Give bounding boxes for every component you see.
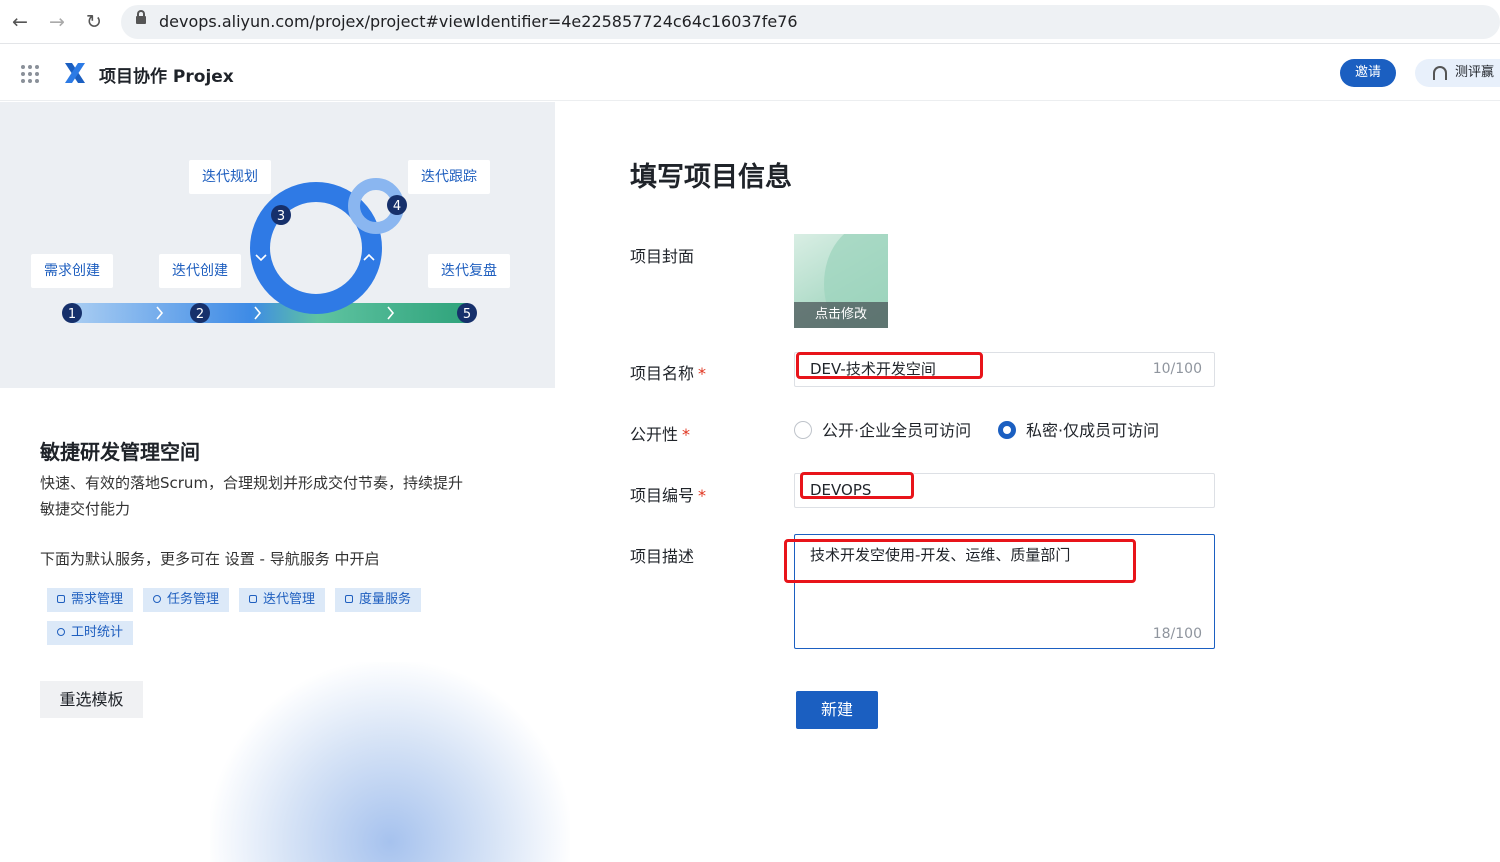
change-cover-button[interactable]: 点击修改 — [794, 302, 888, 328]
flow-track — [72, 303, 468, 323]
reload-icon[interactable]: ↻ — [82, 10, 106, 34]
eval-label: 测评赢 — [1455, 65, 1495, 80]
lock-icon — [136, 10, 146, 24]
svg-text:3: 3 — [277, 209, 285, 224]
cover-label: 项目封面 — [630, 247, 695, 266]
app-grid-icon[interactable] — [21, 65, 39, 83]
service-tag: 需求管理 — [47, 588, 134, 612]
app-header: 项目协作 Projex 邀请 测评赢 — [0, 45, 1500, 101]
browser-toolbar: ← → ↻ devops.aliyun.com/projex/project#v… — [0, 0, 1500, 44]
address-bar[interactable]: devops.aliyun.com/projex/project#viewIde… — [121, 5, 1500, 39]
step-label-iteration-review: 迭代复盘 — [428, 254, 510, 288]
annotation-box-description — [784, 539, 1136, 583]
name-char-count: 10/100 — [1152, 361, 1202, 377]
step-label-iteration-create: 迭代创建 — [159, 254, 241, 288]
layers-icon — [57, 595, 65, 603]
description-label: 项目描述 — [630, 547, 695, 566]
step-label-iteration-track: 迭代跟踪 — [408, 160, 490, 194]
template-panel: 1 2 3 4 5 需求创建 迭代创建 迭代规划 迭代跟踪 迭代复盘 敏捷研发管… — [0, 102, 570, 862]
flow-graphic: 1 2 3 4 5 — [62, 178, 477, 323]
code-label: 项目编号 * — [630, 486, 707, 505]
forward-icon[interactable]: → — [45, 10, 69, 34]
iteration-icon — [249, 595, 258, 603]
template-description: 快速、有效的落地Scrum，合理规划并形成交付节奏，持续提升敏捷交付能力 — [40, 474, 464, 518]
url-text: devops.aliyun.com/projex/project#viewIde… — [159, 12, 798, 31]
eval-button[interactable]: 测评赢 — [1415, 59, 1500, 87]
visibility-label: 公开性 * — [630, 425, 691, 444]
radio-public[interactable]: 公开·企业全员可访问 — [794, 421, 971, 441]
service-tag: 工时统计 — [47, 621, 134, 645]
name-label: 项目名称 * — [630, 364, 707, 383]
form-title: 填写项目信息 — [630, 162, 792, 193]
svg-text:1: 1 — [68, 307, 76, 322]
service-tag: 度量服务 — [335, 588, 422, 612]
radio-circle[interactable] — [794, 421, 812, 439]
headset-icon — [1433, 66, 1447, 80]
decorative-glow — [210, 662, 570, 862]
projex-logo-icon — [65, 63, 85, 83]
service-tag: 迭代管理 — [239, 588, 326, 612]
project-cover[interactable]: 点击修改 — [794, 234, 888, 328]
back-icon[interactable]: ← — [8, 10, 32, 34]
bar-chart-icon — [345, 595, 354, 603]
svg-text:2: 2 — [196, 307, 204, 322]
bulb-icon — [153, 595, 162, 603]
annotation-box-name — [796, 352, 983, 379]
services-note: 下面为默认服务，更多可在 设置 - 导航服务 中开启 — [40, 550, 380, 568]
desc-char-count: 18/100 — [1152, 626, 1202, 642]
svg-text:5: 5 — [463, 307, 471, 322]
radio-private[interactable]: 私密·仅成员可访问 — [998, 421, 1159, 441]
svg-text:4: 4 — [393, 199, 401, 214]
step-label-iteration-plan: 迭代规划 — [189, 160, 271, 194]
invite-button[interactable]: 邀请 — [1340, 59, 1396, 87]
service-tag: 任务管理 — [143, 588, 230, 612]
template-title: 敏捷研发管理空间 — [40, 440, 200, 464]
app-name: 项目协作 Projex — [99, 67, 234, 87]
radio-circle-selected[interactable] — [998, 421, 1016, 439]
annotation-box-code — [800, 472, 914, 499]
clock-icon — [57, 628, 65, 636]
service-tags: 需求管理 任务管理 迭代管理 度量服务工时统计 — [47, 588, 517, 654]
create-project-button[interactable]: 新建 — [796, 691, 878, 729]
step-label-demand: 需求创建 — [31, 254, 113, 288]
scrum-flow-illustration: 1 2 3 4 5 需求创建 迭代创建 迭代规划 迭代跟踪 迭代复盘 — [0, 102, 555, 388]
reselect-template-button[interactable]: 重选模板 — [40, 681, 143, 718]
